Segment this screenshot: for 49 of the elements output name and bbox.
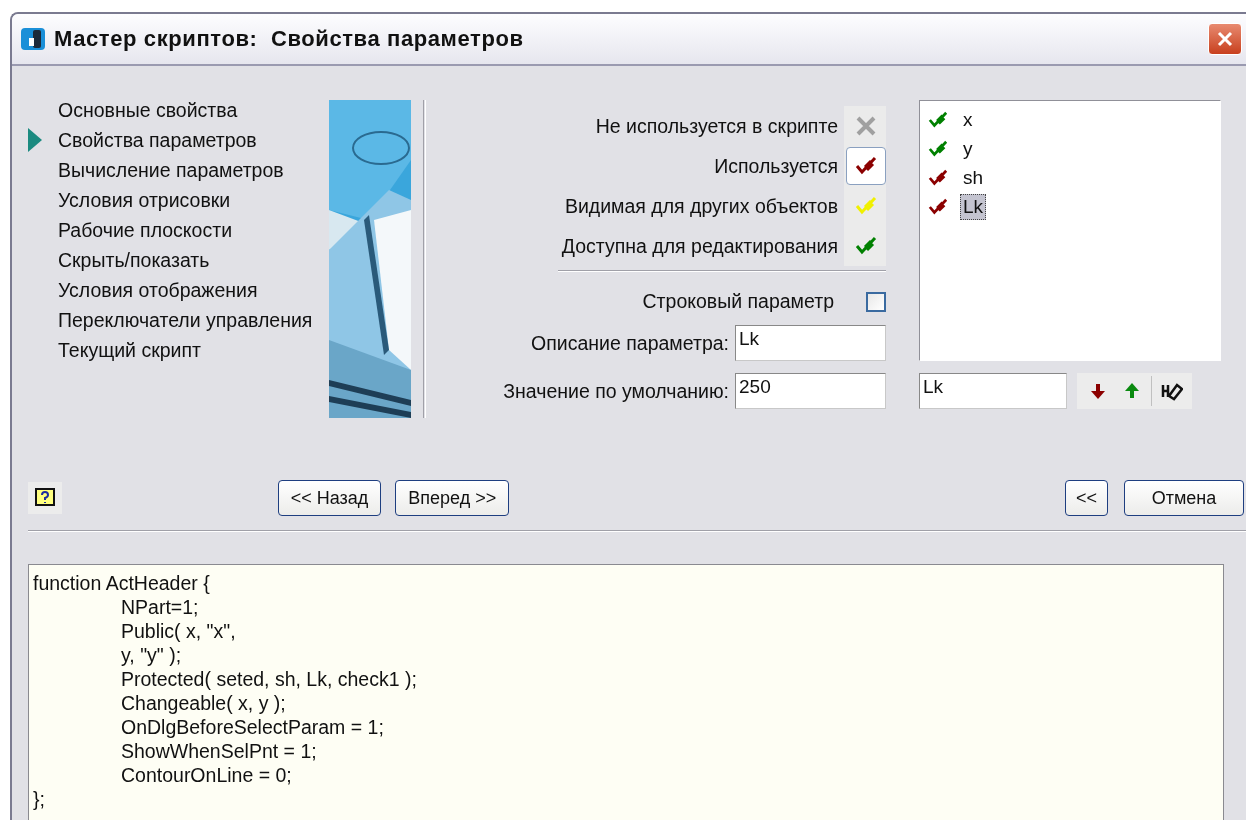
- close-button[interactable]: [1208, 23, 1242, 55]
- parameter-item[interactable]: Lk: [960, 193, 987, 220]
- usage-option-label: Доступна для редактирования: [561, 234, 838, 258]
- usage-option-label: Видимая для других объектов: [564, 194, 838, 218]
- wizard-step[interactable]: Текущий скрипт: [58, 338, 201, 362]
- parameter-name-field[interactable]: Lk: [919, 373, 1067, 409]
- wizard-step[interactable]: Скрыть/показать: [58, 248, 210, 272]
- string-parameter-checkbox[interactable]: [866, 291, 886, 312]
- code-line: OnDlgBeforeSelectParam = 1;: [120, 715, 385, 739]
- default-value-label: Значение по умолчанию:: [503, 379, 729, 403]
- wizard-step[interactable]: Рабочие плоскости: [58, 218, 233, 242]
- code-line: Public( x, "x",: [120, 619, 237, 643]
- wizard-step[interactable]: Основные свойства: [58, 98, 238, 122]
- code-line: ShowWhenSelPnt = 1;: [120, 739, 318, 763]
- code-line: ContourOnLine = 0;: [120, 763, 293, 787]
- parameter-item[interactable]: y: [960, 135, 976, 162]
- wizard-step[interactable]: Условия отрисовки: [58, 188, 231, 212]
- eraser-icon: [1159, 381, 1183, 401]
- wizard-step[interactable]: Свойства параметров: [58, 128, 257, 152]
- help-icon: [34, 487, 56, 509]
- arrow-up-icon: [1122, 381, 1142, 401]
- description-label: Описание параметра:: [531, 331, 729, 355]
- window-title: Мастер скриптов: Свойства параметров: [54, 26, 525, 52]
- wizard-step[interactable]: Вычисление параметров: [58, 158, 284, 182]
- cancel-button[interactable]: Отмена: [1124, 480, 1244, 516]
- code-line: Protected( seted, sh, Lk, check1 );: [120, 667, 418, 691]
- wizard-step[interactable]: Условия отображения: [58, 278, 258, 302]
- usage-option-label: Не используется в скрипте: [595, 114, 838, 138]
- wizard-step[interactable]: Переключатели управления: [58, 308, 313, 332]
- close-icon: [1215, 29, 1235, 49]
- next-button[interactable]: Вперед >>: [395, 480, 510, 516]
- help-button[interactable]: [28, 482, 62, 514]
- arrow-down-icon: [1088, 381, 1108, 401]
- code-line: };: [33, 787, 46, 811]
- parameter-item[interactable]: sh: [960, 164, 987, 191]
- default-value-field[interactable]: 250: [735, 373, 886, 409]
- code-line: Changeable( x, y );: [120, 691, 287, 715]
- code-line: function ActHeader {: [33, 571, 211, 595]
- back-button[interactable]: << Назад: [277, 480, 382, 516]
- string-parameter-label: Строковый параметр: [642, 290, 834, 313]
- code-line: y, "y" );: [120, 643, 183, 667]
- description-field[interactable]: Lk: [735, 325, 886, 361]
- app-icon: [20, 26, 46, 52]
- code-line: NPart=1;: [120, 595, 200, 619]
- collapse-button[interactable]: <<: [1064, 480, 1108, 516]
- cross-icon: [855, 115, 877, 137]
- usage-option-label: Используется: [714, 154, 838, 178]
- parameter-item[interactable]: x: [960, 106, 976, 133]
- usage-option-button[interactable]: [846, 147, 886, 185]
